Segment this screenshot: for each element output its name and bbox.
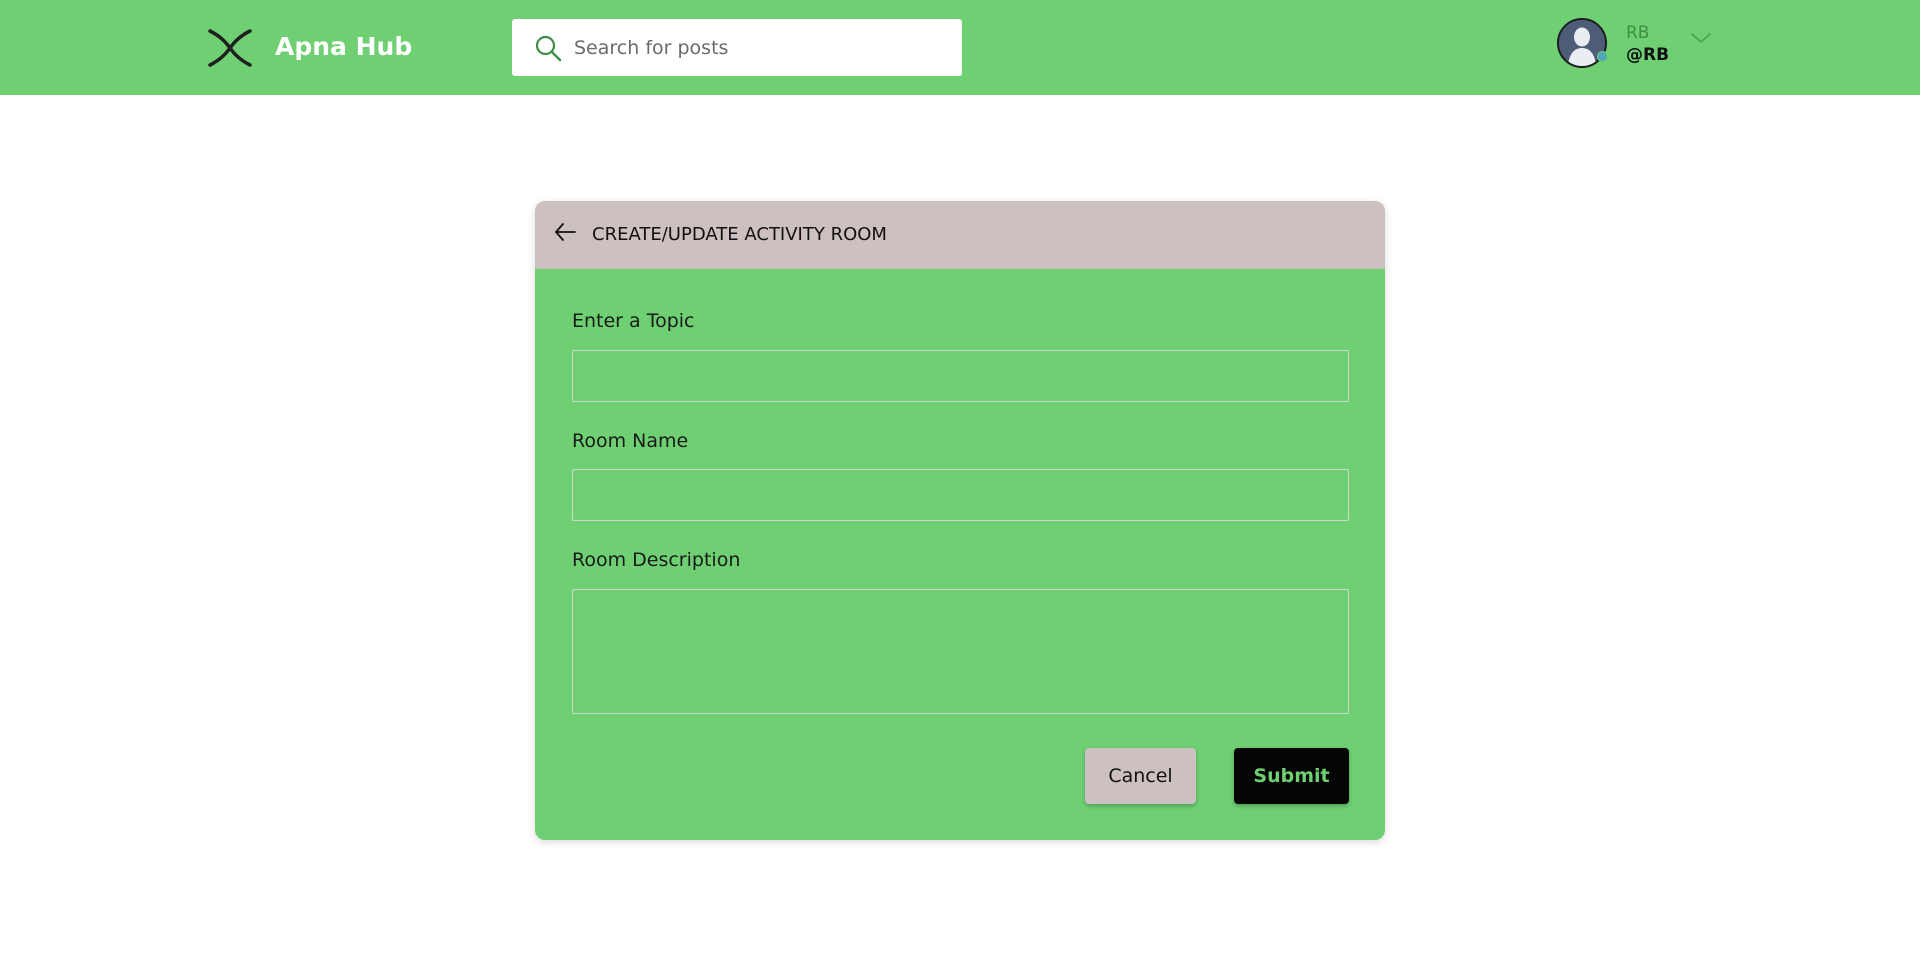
search-input[interactable] [574, 19, 944, 76]
back-arrow-icon[interactable] [553, 221, 577, 243]
topic-input[interactable] [572, 350, 1349, 402]
search-icon [535, 35, 562, 62]
search-bar[interactable] [512, 19, 962, 76]
online-status-dot [1597, 51, 1608, 62]
form-body: Enter a Topic Room Name Room Description… [535, 269, 1385, 840]
app-logo-icon[interactable] [207, 27, 253, 69]
top-navbar: Apna Hub RB @RB [0, 0, 1920, 95]
room-form-card: CREATE/UPDATE ACTIVITY ROOM Enter a Topi… [535, 201, 1385, 840]
user-handle: @RB [1626, 45, 1670, 65]
page-title: CREATE/UPDATE ACTIVITY ROOM [592, 224, 887, 245]
brand-name[interactable]: Apna Hub [275, 30, 412, 64]
room-name-label: Room Name [572, 430, 689, 452]
topic-label: Enter a Topic [572, 310, 695, 332]
room-description-label: Room Description [572, 549, 741, 571]
user-name: RB [1626, 23, 1650, 43]
cancel-button[interactable]: Cancel [1085, 748, 1196, 804]
room-name-input[interactable] [572, 469, 1349, 521]
card-header: CREATE/UPDATE ACTIVITY ROOM [535, 201, 1385, 269]
submit-button[interactable]: Submit [1234, 748, 1349, 804]
chevron-down-icon[interactable] [1690, 31, 1712, 45]
room-description-textarea[interactable] [572, 589, 1349, 714]
